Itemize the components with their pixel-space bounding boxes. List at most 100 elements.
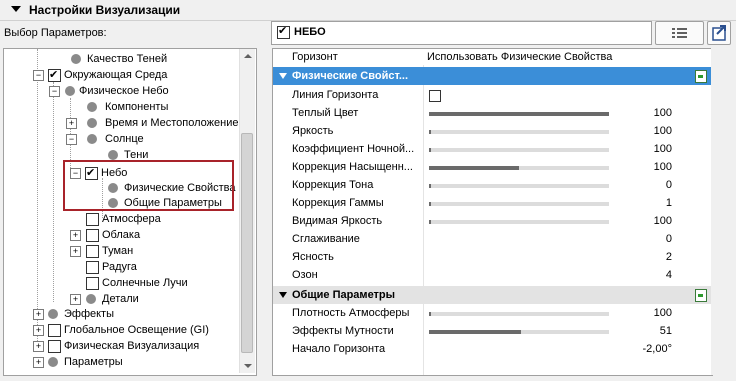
slider-fill	[429, 220, 431, 224]
expand-plus-icon[interactable]: +	[33, 341, 44, 352]
tree-item-gi[interactable]: + Глобальное Освещение (GI)	[4, 322, 240, 338]
tree-item-effects[interactable]: + Эффекты	[4, 306, 240, 322]
tree-item-components[interactable]: Компоненты	[4, 99, 240, 115]
property-row[interactable]: Озон 4	[273, 267, 712, 284]
prop-slider[interactable]	[429, 330, 609, 334]
prop-value[interactable]: 100	[654, 305, 672, 322]
prop-value[interactable]: Использовать Физические Свойства	[427, 49, 612, 66]
tree-item-atmosphere[interactable]: Атмосфера	[4, 211, 240, 227]
prop-slider[interactable]	[429, 148, 609, 152]
tree-item-time-location[interactable]: + Время и Местоположение	[4, 115, 240, 131]
environment-checkbox[interactable]	[48, 67, 61, 83]
prop-slider[interactable]	[429, 202, 609, 206]
property-row[interactable]: Эффекты Мутности 51	[273, 323, 712, 340]
property-row[interactable]: Теплый Цвет 100	[273, 105, 712, 122]
section-collapse-icon[interactable]	[279, 73, 287, 79]
prop-name: Видимая Яркость	[292, 215, 383, 227]
prop-value[interactable]: 100	[654, 213, 672, 230]
collapse-minus-icon[interactable]: −	[66, 134, 77, 145]
property-row[interactable]: Ясность 2	[273, 249, 712, 266]
prop-name: Плотность Атмосферы	[292, 307, 410, 319]
collapse-triangle-icon[interactable]	[11, 6, 21, 12]
tree-item-rainbow[interactable]: Радуга	[4, 259, 240, 275]
table-scrollbar[interactable]	[711, 48, 726, 375]
prop-value[interactable]: 2	[666, 249, 672, 266]
expand-plus-icon[interactable]: +	[70, 230, 81, 241]
prop-slider[interactable]	[429, 130, 609, 134]
parameter-tree[interactable]: Качество Теней − Окружающая Среда − Физи…	[3, 48, 257, 376]
prop-value[interactable]: 0	[666, 177, 672, 194]
prop-value[interactable]: 1	[666, 195, 672, 212]
property-row[interactable]: Коррекция Тона 0	[273, 177, 712, 194]
tree-item-sun[interactable]: − Солнце	[4, 131, 240, 147]
parameter-dot-icon	[71, 54, 81, 64]
prop-slider[interactable]	[429, 184, 609, 188]
tree-item-shadow-quality[interactable]: Качество Теней	[4, 51, 240, 67]
fog-checkbox[interactable]	[86, 245, 99, 258]
physical-render-checkbox[interactable]	[48, 340, 61, 353]
prop-value[interactable]: 4	[666, 267, 672, 284]
tree-item-parameters[interactable]: + Параметры	[4, 354, 240, 370]
prop-value[interactable]: 0	[666, 231, 672, 248]
tree-item-physical-sky[interactable]: − Физическое Небо	[4, 83, 240, 99]
property-row[interactable]: Начало Горизонта -2,00°	[273, 341, 712, 358]
tree-item-clouds[interactable]: + Облака	[4, 227, 240, 243]
section-edit-icon[interactable]	[695, 289, 707, 302]
gi-checkbox[interactable]	[48, 324, 61, 337]
section-general-params[interactable]: Общие Параметры	[273, 286, 712, 304]
prop-slider[interactable]	[429, 166, 609, 170]
expand-plus-icon[interactable]: +	[66, 118, 77, 129]
export-button[interactable]	[707, 21, 731, 45]
property-table[interactable]: Горизонт Использовать Физические Свойств…	[272, 48, 713, 376]
property-row[interactable]: Яркость 100	[273, 123, 712, 140]
prop-slider[interactable]	[429, 112, 609, 116]
expand-plus-icon[interactable]: +	[33, 357, 44, 368]
expand-plus-icon[interactable]: +	[70, 246, 81, 257]
tree-item-fog[interactable]: + Туман	[4, 243, 240, 259]
section-collapse-icon[interactable]	[279, 292, 287, 298]
slider-fill	[429, 330, 521, 334]
expand-plus-icon[interactable]: +	[70, 294, 81, 305]
collapse-minus-icon[interactable]: −	[49, 86, 60, 97]
prop-value[interactable]: -2,00°	[643, 341, 672, 358]
prop-value[interactable]: 51	[660, 323, 672, 340]
prop-value[interactable]: 100	[654, 105, 672, 122]
rainbow-checkbox[interactable]	[86, 261, 99, 274]
prop-value[interactable]: 100	[654, 141, 672, 158]
property-row[interactable]: Плотность Атмосферы 100	[273, 305, 712, 322]
prop-name: Ясность	[292, 251, 334, 263]
tree-scrollbar[interactable]	[239, 49, 255, 373]
parameter-dot-icon	[86, 294, 96, 304]
clouds-checkbox[interactable]	[86, 229, 99, 242]
tree-item-environment[interactable]: − Окружающая Среда	[4, 67, 240, 83]
property-row[interactable]: Коррекция Насыщенн... 100	[273, 159, 712, 176]
prop-value[interactable]: 100	[654, 123, 672, 140]
scroll-down-arrow-icon[interactable]	[244, 364, 252, 368]
settings-header[interactable]: Настройки Визуализации	[0, 0, 736, 21]
tree-item-physical-render[interactable]: + Физическая Визуализация	[4, 338, 240, 354]
sun-rays-checkbox[interactable]	[86, 277, 99, 290]
prop-checkbox[interactable]	[429, 90, 441, 102]
scroll-thumb[interactable]	[241, 133, 253, 353]
prop-slider[interactable]	[429, 312, 609, 316]
property-row[interactable]: Видимая Яркость 100	[273, 213, 712, 230]
sky-enable-checkbox[interactable]	[277, 24, 290, 39]
expand-plus-icon[interactable]: +	[33, 325, 44, 336]
list-view-button[interactable]	[655, 21, 704, 45]
property-row[interactable]: Сглаживание 0	[273, 231, 712, 248]
section-edit-icon[interactable]	[695, 70, 707, 83]
property-row[interactable]: Линия Горизонта	[273, 87, 712, 104]
property-row[interactable]: Коэффициент Ночной... 100	[273, 141, 712, 158]
property-row[interactable]: Коррекция Гаммы 1	[273, 195, 712, 212]
tree-item-details[interactable]: + Детали	[4, 291, 240, 307]
atmosphere-checkbox[interactable]	[86, 213, 99, 226]
expand-plus-icon[interactable]: +	[33, 309, 44, 320]
section-physical-properties[interactable]: Физические Свойст...	[273, 67, 712, 85]
scroll-up-arrow-icon[interactable]	[244, 54, 252, 58]
horizon-row[interactable]: Горизонт Использовать Физические Свойств…	[273, 49, 712, 66]
collapse-minus-icon[interactable]: −	[33, 70, 44, 81]
section-title: Физические Свойст...	[292, 70, 409, 82]
tree-item-sun-rays[interactable]: Солнечные Лучи	[4, 275, 240, 291]
prop-slider[interactable]	[429, 220, 609, 224]
prop-value[interactable]: 100	[654, 159, 672, 176]
